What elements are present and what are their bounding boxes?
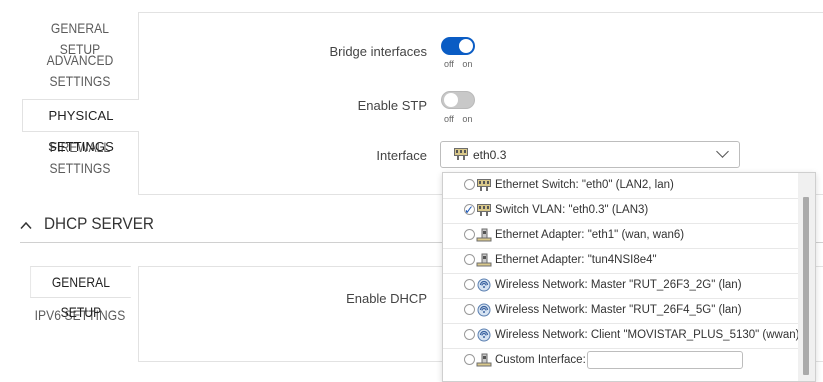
radio-button[interactable] bbox=[464, 279, 475, 290]
chevron-up-icon[interactable] bbox=[20, 221, 32, 230]
caption-on: on bbox=[462, 59, 473, 69]
chevron-down-icon bbox=[716, 145, 729, 158]
ethernet-switch-icon bbox=[454, 148, 468, 160]
interface-selected-value: eth0.3 bbox=[473, 148, 507, 162]
interface-label: Interface bbox=[376, 148, 427, 163]
radio-button[interactable] bbox=[464, 329, 475, 340]
option-label: Wireless Network: Client "MOVISTAR_PLUS_… bbox=[495, 329, 800, 341]
option-label: Switch VLAN: "eth0.3" (LAN3) bbox=[495, 204, 649, 216]
enable-dhcp-label: Enable DHCP bbox=[346, 291, 427, 306]
interface-option-custom[interactable]: Custom Interface: bbox=[443, 348, 798, 373]
radio-button[interactable] bbox=[464, 254, 475, 265]
radio-button[interactable] bbox=[464, 354, 475, 365]
caption-on: on bbox=[462, 114, 473, 124]
checkmark-icon: ✓ bbox=[464, 203, 475, 217]
interface-option[interactable]: Wireless Network: Master "RUT_26F4_5G" (… bbox=[443, 298, 798, 324]
option-label: Custom Interface: bbox=[495, 354, 586, 366]
tab-advanced-settings[interactable]: ADVANCED SETTINGS bbox=[30, 50, 130, 94]
dhcp-server-title: DHCP SERVER bbox=[44, 214, 154, 233]
ethernet-adapter-icon bbox=[476, 253, 492, 267]
ethernet-adapter-icon bbox=[476, 228, 492, 242]
enable-stp-toggle[interactable] bbox=[441, 91, 475, 109]
tab-general-setup[interactable]: GENERAL SETUP bbox=[30, 18, 130, 57]
interface-option[interactable]: Ethernet Adapter: "tun4NSI8e4" bbox=[443, 248, 798, 274]
interface-option[interactable]: Ethernet Adapter: "eth1" (wan, wan6) bbox=[443, 223, 798, 249]
ethernet-switch-icon bbox=[477, 179, 491, 191]
option-label: Ethernet Adapter: "tun4NSI8e4" bbox=[495, 254, 657, 266]
stp-toggle-caption: off on bbox=[444, 114, 472, 124]
enable-stp-label: Enable STP bbox=[357, 98, 427, 113]
bridge-toggle-caption: off on bbox=[444, 59, 472, 69]
radio-button[interactable] bbox=[464, 179, 475, 190]
option-label: Ethernet Switch: "eth0" (LAN2, lan) bbox=[495, 179, 674, 191]
scrollbar-thumb[interactable] bbox=[803, 197, 809, 375]
tab-physical-settings[interactable]: PHYSICAL SETTINGS bbox=[22, 99, 139, 154]
interface-option[interactable]: Wireless Network: Client "MOVISTAR_PLUS_… bbox=[443, 323, 800, 349]
custom-interface-input[interactable] bbox=[587, 351, 743, 369]
interface-select[interactable]: eth0.3 bbox=[440, 141, 740, 168]
interface-dropdown-list[interactable]: Ethernet Switch: "eth0" (LAN2, lan) ✓ Sw… bbox=[442, 172, 816, 382]
ethernet-adapter-icon bbox=[476, 353, 492, 367]
interface-option[interactable]: Ethernet Switch: "eth0" (LAN2, lan) bbox=[443, 173, 798, 199]
radio-button[interactable] bbox=[464, 229, 475, 240]
wireless-icon bbox=[477, 278, 491, 292]
toggle-knob bbox=[459, 39, 473, 53]
radio-button[interactable] bbox=[464, 304, 475, 315]
option-label: Wireless Network: Master "RUT_26F3_2G" (… bbox=[495, 279, 742, 291]
bridge-interfaces-label: Bridge interfaces bbox=[329, 44, 427, 59]
option-label: Wireless Network: Master "RUT_26F4_5G" (… bbox=[495, 304, 742, 316]
interface-option[interactable]: ✓ Switch VLAN: "eth0.3" (LAN3) bbox=[443, 198, 798, 224]
wireless-icon bbox=[477, 328, 491, 342]
caption-off: off bbox=[444, 114, 454, 124]
interface-option[interactable]: Wireless Network: Master "RUT_26F3_2G" (… bbox=[443, 273, 798, 299]
tab-dhcp-general-setup[interactable]: GENERAL SETUP bbox=[30, 266, 131, 320]
dropdown-scrollbar[interactable] bbox=[798, 173, 815, 381]
caption-off: off bbox=[444, 59, 454, 69]
wireless-icon bbox=[477, 303, 491, 317]
ethernet-switch-icon bbox=[477, 204, 491, 216]
toggle-knob bbox=[444, 93, 458, 107]
bridge-interfaces-toggle[interactable] bbox=[441, 37, 475, 55]
option-label: Ethernet Adapter: "eth1" (wan, wan6) bbox=[495, 229, 685, 241]
